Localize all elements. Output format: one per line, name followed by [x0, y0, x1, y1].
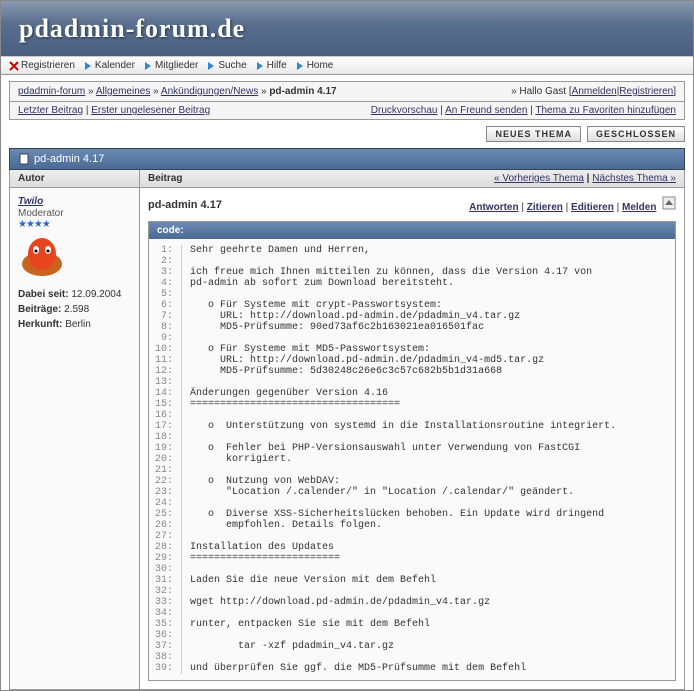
reply-link[interactable]: Antworten [469, 202, 518, 213]
code-content: Sehr geehrte Damen und Herren, ich freue… [182, 245, 616, 674]
col-author: Autor [10, 170, 140, 187]
breadcrumb-link[interactable]: Allgemeines [96, 86, 150, 97]
col-message: Beitrag [148, 173, 182, 184]
next-topic-link[interactable]: Nächstes Thema » [592, 173, 676, 184]
register-link[interactable]: Registrieren [619, 86, 673, 97]
last-post-link[interactable]: Letzter Beitrag [18, 105, 83, 116]
nav-kalender[interactable]: Kalender [83, 60, 135, 71]
post-body: pd-admin 4.17 Antworten | Zitieren | Edi… [140, 188, 684, 689]
author-info: Dabei seit: 12.09.2004 Beiträge: 2.598 H… [18, 287, 131, 332]
scroll-top-icon[interactable] [662, 196, 676, 210]
site-title: pdadmin-forum.de [19, 14, 245, 44]
send-friend-link[interactable]: An Freund senden [445, 105, 527, 116]
breadcrumb: pdadmin-forum » Allgemeines » Ankündigun… [18, 86, 337, 97]
breadcrumb-link[interactable]: Ankündigungen/News [161, 86, 258, 97]
edit-link[interactable]: Editieren [571, 202, 614, 213]
nav-suche[interactable]: Suche [206, 60, 246, 71]
nav-home[interactable]: Home [295, 60, 334, 71]
new-topic-button[interactable]: NEUES THEMA [486, 126, 581, 142]
main-nav: Registrieren Kalender Mitglieder Suche H… [1, 56, 693, 75]
line-numbers: 1: 2: 3: 4: 5: 6: 7: 8: 9: 10: 11: 12: 1… [155, 245, 182, 674]
guest-greeting: » Hallo Gast [Anmelden|Registrieren] [511, 86, 676, 97]
nav-hilfe[interactable]: Hilfe [255, 60, 287, 71]
post-actions: Antworten | Zitieren | Editieren | Melde… [469, 196, 676, 213]
breadcrumb-bar: pdadmin-forum » Allgemeines » Ankündigun… [9, 81, 685, 102]
rank-stars: ★★★★ [18, 219, 131, 230]
login-link[interactable]: Anmelden [572, 86, 617, 97]
post-row: Twilo Moderator ★★★★ Dabei seit: 12.09.2… [9, 188, 685, 690]
first-unread-link[interactable]: Erster ungelesener Beitrag [91, 105, 210, 116]
post-title: pd-admin 4.17 [148, 199, 222, 211]
nav-mitglieder[interactable]: Mitglieder [143, 60, 198, 71]
breadcrumb-current: pd-admin 4.17 [269, 86, 336, 97]
subbar: Letzter Beitrag | Erster ungelesener Bei… [9, 102, 685, 120]
breadcrumb-link[interactable]: pdadmin-forum [18, 86, 85, 97]
author-name[interactable]: Twilo [18, 196, 43, 207]
topic-buttons: NEUES THEMA GESCHLOSSEN [9, 126, 685, 142]
closed-button[interactable]: GESCHLOSSEN [587, 126, 685, 142]
code-block: code: 1: 2: 3: 4: 5: 6: 7: 8: 9: 10: 11:… [148, 221, 676, 681]
report-link[interactable]: Melden [622, 202, 656, 213]
site-header: pdadmin-forum.de [1, 1, 693, 56]
document-icon [18, 153, 30, 165]
quote-link[interactable]: Zitieren [527, 202, 563, 213]
avatar [18, 236, 131, 281]
print-preview-link[interactable]: Druckvorschau [371, 105, 438, 116]
author-rank: Moderator [18, 208, 131, 219]
table-header: Autor Beitrag « Vorheriges Thema | Nächs… [9, 170, 685, 188]
author-panel: Twilo Moderator ★★★★ Dabei seit: 12.09.2… [10, 188, 140, 689]
topic-title-bar: pd-admin 4.17 [9, 148, 685, 170]
add-favorite-link[interactable]: Thema zu Favoriten hinzufügen [535, 105, 676, 116]
code-header: code: [149, 222, 675, 239]
prev-topic-link[interactable]: « Vorheriges Thema [494, 173, 584, 184]
nav-registrieren[interactable]: Registrieren [9, 60, 75, 71]
